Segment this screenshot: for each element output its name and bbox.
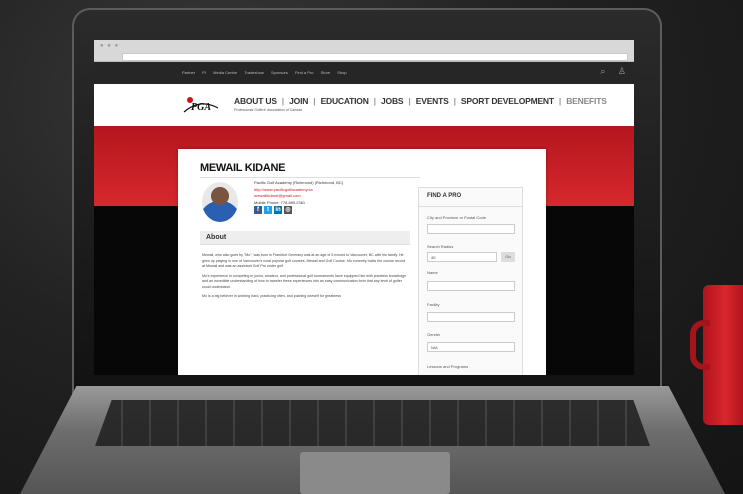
logo-text: PGA [191, 102, 211, 113]
about-paragraph: Mo's experience in competing in junior, … [202, 273, 407, 289]
laptop-keyboard [95, 400, 650, 446]
contact-info: Pacific Golf Academy (Richmond) (Richmon… [254, 180, 343, 206]
page-title: MEWAIL KIDANE [200, 162, 286, 174]
utility-link[interactable]: Store [321, 70, 331, 75]
nav-separator: | [453, 96, 456, 106]
lessons-label: Lessons and Programs [427, 364, 469, 369]
search-icon[interactable]: ⌕ [600, 66, 605, 76]
browser-chrome: ● ● ● [94, 40, 634, 62]
nav-education[interactable]: EDUCATION [321, 96, 369, 106]
nav-join[interactable]: JOIN [289, 96, 308, 106]
utility-link[interactable]: Tradeshow [244, 70, 264, 75]
laptop-screen: ● ● ● Partner PI Media Centre Tradeshow … [94, 40, 634, 375]
pga-logo[interactable]: PGA [182, 92, 220, 118]
panel-divider [419, 206, 522, 207]
nav-separator: | [558, 96, 562, 106]
utility-link[interactable]: PI [202, 70, 206, 75]
gender-select[interactable]: N/A [427, 342, 515, 352]
user-icon[interactable]: ♙ [618, 66, 626, 76]
title-divider [200, 177, 420, 178]
utility-link[interactable]: Media Centre [213, 70, 237, 75]
utility-link[interactable]: Find a Pro [295, 70, 313, 75]
facility-input[interactable] [427, 312, 515, 322]
red-mug-handle [690, 320, 710, 370]
instagram-icon[interactable]: ◎ [284, 206, 292, 214]
utility-link[interactable]: Shop [337, 70, 346, 75]
utility-nav: Partner PI Media Centre Tradeshow Sponso… [94, 62, 634, 84]
facebook-icon[interactable]: f [254, 206, 262, 214]
address-bar[interactable] [122, 53, 628, 61]
find-a-pro-panel: FIND A PRO City and Province or Postal C… [418, 187, 523, 375]
window-controls[interactable]: ● ● ● [100, 43, 119, 49]
go-button[interactable]: Go [501, 252, 515, 262]
about-paragraph: Mo is a big believer in working hard, pr… [202, 294, 341, 298]
facility-text: Pacific Golf Academy (Richmond) (Richmon… [254, 180, 344, 185]
utility-link[interactable]: Sponsors [271, 70, 288, 75]
facility-label: Facility [427, 302, 440, 307]
location-label: City and Province or Postal Code [427, 215, 486, 220]
main-nav: ABOUT US | JOIN | EDUCATION | JOBS | EVENTS |… [234, 96, 609, 106]
location-input[interactable] [427, 224, 515, 234]
profile-card: MEWAIL KIDANE Pacific Golf Academy (Rich… [178, 149, 546, 375]
twitter-icon[interactable]: t [264, 206, 272, 214]
radius-select[interactable]: 40 [427, 252, 497, 262]
linkedin-icon[interactable]: in [274, 206, 282, 214]
social-links: f t in ◎ [254, 206, 292, 214]
name-input[interactable] [427, 281, 515, 291]
nav-separator: | [313, 96, 316, 106]
name-label: Name [427, 270, 438, 275]
tagline: Professional Golfers' Association of Can… [234, 108, 302, 112]
utility-link[interactable]: Partner [182, 70, 195, 75]
find-a-pro-title: FIND A PRO [427, 193, 462, 199]
utility-links: Partner PI Media Centre Tradeshow Sponso… [182, 70, 353, 75]
nav-jobs[interactable]: JOBS [381, 96, 404, 106]
nav-separator: | [373, 96, 376, 106]
laptop-trackpad [300, 452, 450, 494]
about-body: Mewail, who also goes by "Mo", was born … [202, 253, 408, 304]
about-paragraph: Mewail, who also goes by "Mo", was born … [202, 253, 406, 268]
site-header: PGA ABOUT US | JOIN | EDUCATION | JOBS | EVE… [94, 84, 634, 126]
radius-label: Search Radius [427, 244, 454, 249]
avatar [202, 182, 238, 222]
nav-sport-development[interactable]: SPORT DEVELOPMENT [461, 96, 554, 106]
about-heading: About [206, 234, 227, 241]
about-header: About [200, 231, 410, 245]
nav-benefits[interactable]: BENEFITS [566, 96, 607, 106]
nav-about-us[interactable]: ABOUT US [234, 96, 277, 106]
nav-separator: | [281, 96, 284, 106]
gender-label: Gender [427, 332, 441, 337]
nav-events[interactable]: EVENTS [416, 96, 449, 106]
nav-separator: | [408, 96, 411, 106]
